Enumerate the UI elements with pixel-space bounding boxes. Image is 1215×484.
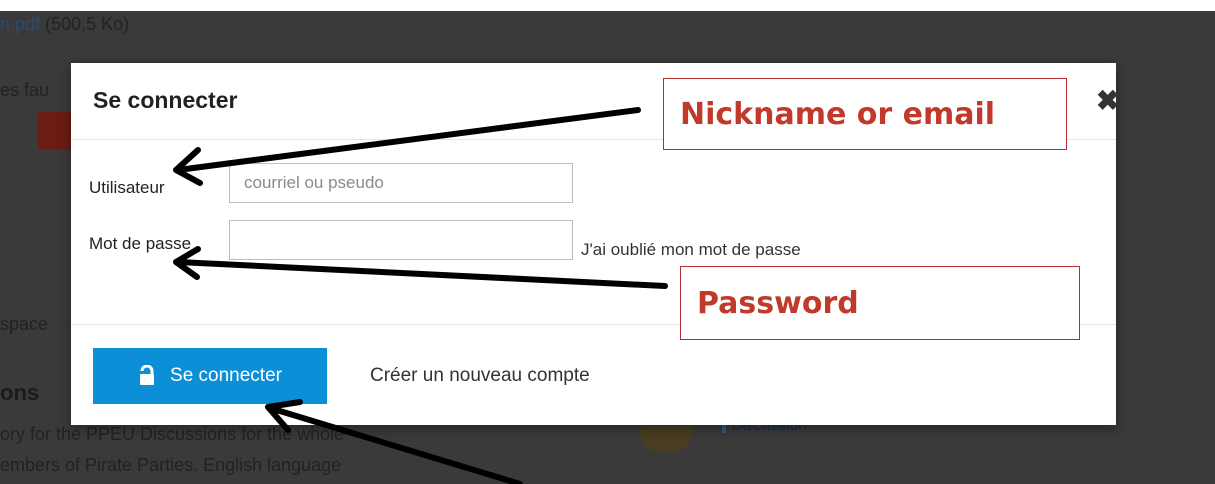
password-label: Mot de passe <box>89 234 192 253</box>
login-button[interactable]: Se connecter <box>93 348 327 404</box>
bg-heading-ons: ons <box>0 380 40 405</box>
forgot-password-link[interactable]: J'ai oublié mon mot de passe <box>581 240 801 260</box>
top-strip <box>0 0 1215 11</box>
annotation-password: Password <box>680 266 1080 340</box>
attachment-link[interactable]: n.pdf <box>0 14 40 34</box>
username-input[interactable] <box>229 163 573 203</box>
bg-desc-line2: embers of Pirate Parties. English langua… <box>0 455 342 475</box>
attachment-info: n.pdf (500,5 Ko) <box>0 14 129 35</box>
bg-desc-line1: ory for the PPEU Discussions for the who… <box>0 424 345 444</box>
attachment-size: (500,5 Ko) <box>45 14 130 34</box>
create-account-link[interactable]: Créer un nouveau compte <box>370 365 590 387</box>
annotation-nickname: Nickname or email <box>663 78 1067 150</box>
password-input[interactable] <box>229 220 573 260</box>
login-button-label: Se connecter <box>170 365 282 386</box>
bg-fragment-fau: es fau <box>0 80 50 100</box>
bg-fragment-space: space <box>0 314 49 334</box>
modal-title: Se connecter <box>93 87 238 113</box>
unlock-icon <box>138 364 160 387</box>
username-label: Utilisateur <box>89 178 165 197</box>
close-icon[interactable]: ✖ <box>1096 87 1119 115</box>
